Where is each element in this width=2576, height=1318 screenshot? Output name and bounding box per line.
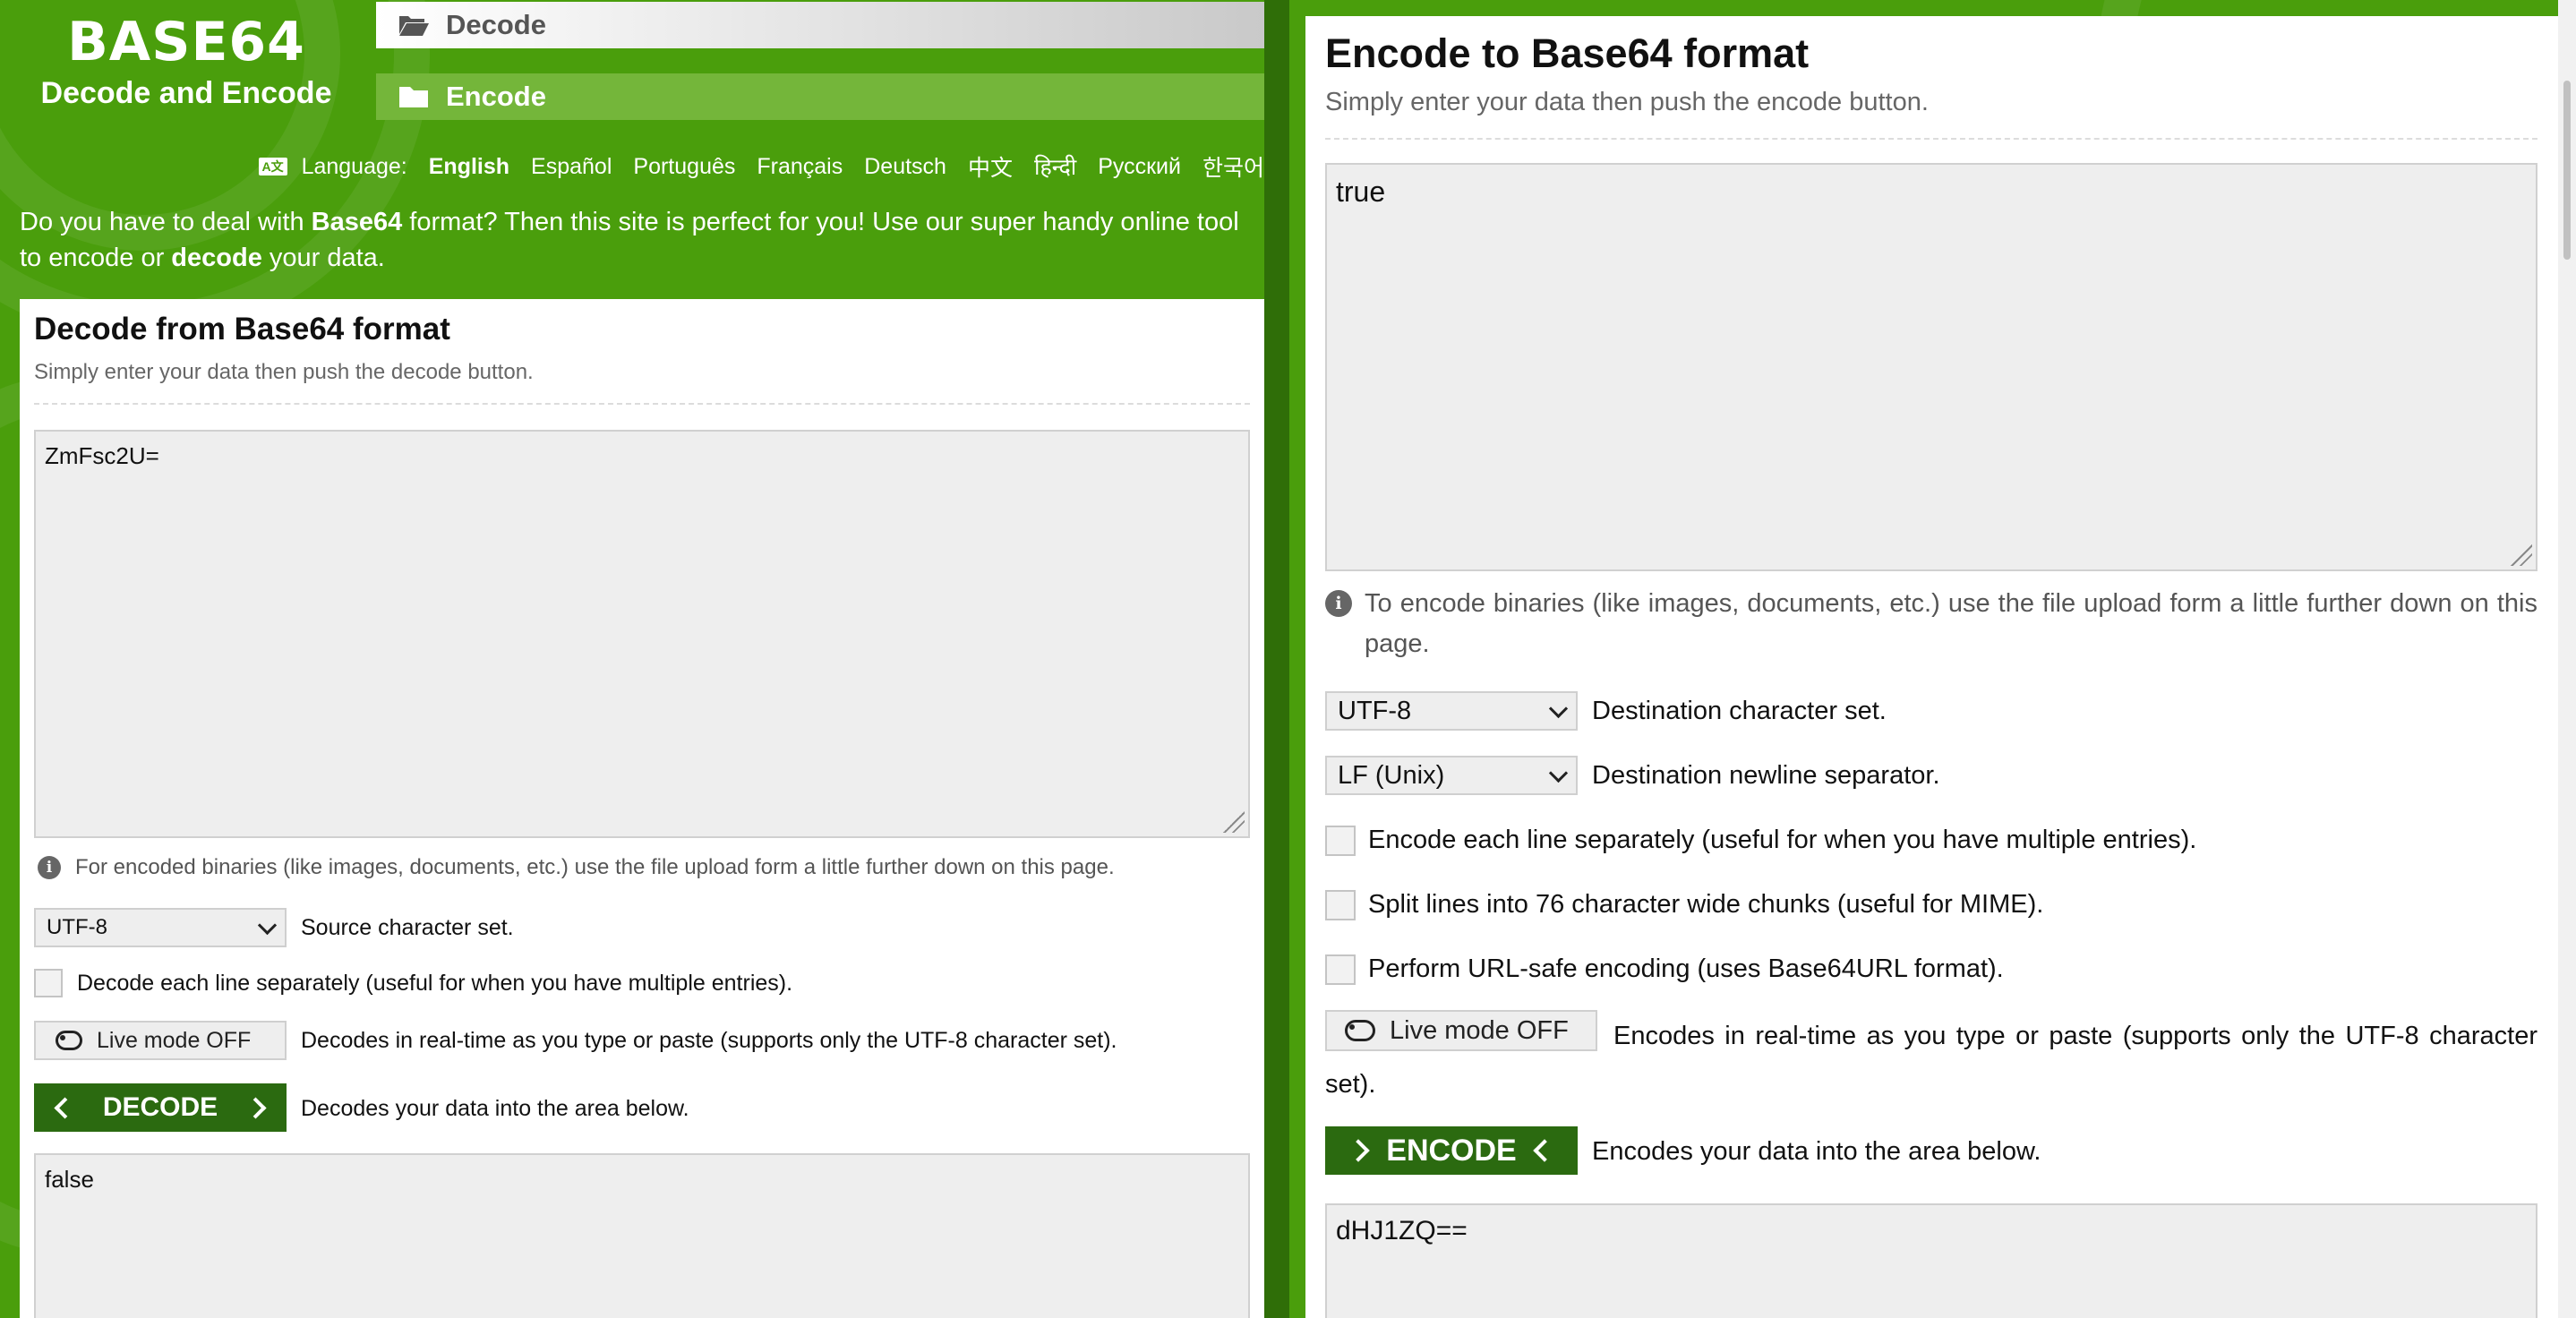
intro-text: Do you have to deal with Base64 format? …: [20, 204, 1264, 276]
language-label: Language:: [301, 153, 407, 179]
newline-separator-select[interactable]: LF (Unix): [1325, 756, 1578, 795]
source-charset-value: UTF-8: [47, 915, 107, 939]
destination-charset-value: UTF-8: [1338, 696, 1412, 725]
chevron-down-icon: [1548, 698, 1569, 718]
destination-charset-select[interactable]: UTF-8: [1325, 691, 1578, 731]
chevron-right-icon: [1347, 1139, 1370, 1162]
scrollbar[interactable]: [2558, 0, 2576, 1318]
decode-info: i For encoded binaries (like images, doc…: [38, 854, 1115, 881]
split-divider[interactable]: [1264, 0, 1289, 1318]
decode-button[interactable]: DECODE: [34, 1083, 287, 1132]
language-link-english[interactable]: English: [429, 154, 509, 180]
intro-part: your data.: [261, 244, 385, 272]
decode-button-label: DECODE: [102, 1092, 218, 1122]
split-lines-label: Split lines into 76 character wide chunk…: [1368, 890, 2044, 919]
encode-output-value: dHJ1ZQ==: [1336, 1216, 1468, 1245]
language-link-hindi[interactable]: हिन्दी: [1034, 151, 1076, 182]
language-link-chinese[interactable]: 中文: [968, 150, 1013, 183]
logo-title: BASE64: [67, 11, 305, 73]
resize-handle[interactable]: [1223, 811, 1245, 833]
decode-panel: Decode from Base64 format Simply enter y…: [20, 299, 1264, 1318]
chevron-right-icon: [244, 1096, 267, 1119]
encode-info: i To encode binaries (like images, docum…: [1325, 584, 2537, 664]
folder-icon: [399, 87, 428, 107]
encode-live-mode-desc: Encodes in real-time as you type or past…: [1325, 1022, 2537, 1099]
site-logo[interactable]: BASE64 Decode and Encode: [20, 7, 353, 111]
decode-button-desc: Decodes your data into the area below.: [301, 1096, 689, 1121]
decode-output-value: false: [45, 1166, 94, 1193]
intro-part: Do you have to deal with: [20, 208, 312, 236]
encode-each-line-label: Encode each line separately (useful for …: [1368, 826, 2197, 854]
source-charset-select[interactable]: UTF-8: [34, 908, 287, 947]
language-bar: A文 Language: English Español Português F…: [237, 150, 1264, 183]
chevron-left-icon: [54, 1096, 76, 1119]
language-link-deutsch[interactable]: Deutsch: [864, 154, 946, 180]
info-icon: i: [38, 856, 61, 879]
decode-subtitle: Simply enter your data then push the dec…: [34, 360, 534, 384]
url-safe-label: Perform URL-safe encoding (uses Base64UR…: [1368, 954, 2004, 983]
url-safe-checkbox[interactable]: [1325, 954, 1356, 985]
intro-bold-base64: Base64: [311, 208, 403, 236]
chevron-down-icon: [257, 915, 278, 935]
encode-pane: Encode to Base64 format Simply enter you…: [1289, 0, 2576, 1318]
encode-input-value: true: [1336, 175, 1386, 208]
decode-each-line-checkbox[interactable]: [34, 969, 63, 997]
decode-pane: BASE64 Decode and Encode Decode Encode A…: [0, 0, 1264, 1318]
language-link-espanol[interactable]: Español: [531, 154, 612, 180]
nav-tab-decode-label: Decode: [446, 9, 546, 40]
decode-live-mode-desc: Decodes in real-time as you type or past…: [301, 1028, 1117, 1053]
encode-panel: Encode to Base64 format Simply enter you…: [1305, 16, 2576, 1318]
encode-subtitle: Simply enter your data then push the enc…: [1325, 88, 1929, 116]
language-link-russian[interactable]: Русский: [1098, 154, 1181, 180]
language-link-korean[interactable]: 한국어: [1202, 150, 1264, 183]
split-lines-checkbox[interactable]: [1325, 890, 1356, 920]
nav-tab-encode-label: Encode: [446, 81, 546, 112]
divider: [1325, 138, 2537, 140]
newline-separator-label: Destination newline separator.: [1592, 761, 1940, 790]
destination-charset-label: Destination character set.: [1592, 697, 1887, 725]
decode-input[interactable]: ZmFsc2U=: [34, 430, 1250, 838]
info-icon: i: [1325, 590, 1352, 617]
divider: [34, 403, 1250, 405]
encode-each-line-checkbox[interactable]: [1325, 826, 1356, 856]
logo-subtitle: Decode and Encode: [40, 76, 332, 110]
nav-tab-decode[interactable]: Decode: [376, 2, 1264, 48]
encode-button-label: ENCODE: [1386, 1133, 1517, 1168]
language-icon: A文: [258, 158, 287, 175]
encode-title: Encode to Base64 format: [1325, 30, 1810, 76]
encode-info-text: To encode binaries (like images, documen…: [1365, 589, 2537, 658]
language-link-portugues[interactable]: Português: [633, 154, 735, 180]
resize-handle[interactable]: [2511, 544, 2532, 566]
newline-separator-value: LF (Unix): [1338, 760, 1445, 790]
decode-info-text: For encoded binaries (like images, docum…: [75, 855, 1115, 879]
nav-tab-encode[interactable]: Encode: [376, 73, 1264, 120]
toggle-off-icon: [56, 1031, 82, 1050]
language-link-francais[interactable]: Français: [757, 154, 843, 180]
chevron-left-icon: [1533, 1139, 1556, 1162]
decode-live-mode-button[interactable]: Live mode OFF: [34, 1021, 287, 1060]
encode-button[interactable]: ENCODE: [1325, 1126, 1578, 1175]
scrollbar-thumb[interactable]: [2563, 81, 2571, 260]
encode-output[interactable]: dHJ1ZQ==: [1325, 1203, 2537, 1318]
decode-title: Decode from Base64 format: [34, 312, 450, 347]
chevron-down-icon: [1548, 763, 1569, 783]
decode-live-mode-label: Live mode OFF: [97, 1027, 252, 1053]
source-charset-label: Source character set.: [301, 915, 514, 940]
decode-each-line-label: Decode each line separately (useful for …: [77, 971, 793, 996]
encode-button-desc: Encodes your data into the area below.: [1592, 1137, 2041, 1166]
decode-output[interactable]: false: [34, 1153, 1250, 1318]
folder-open-icon: [399, 16, 429, 36]
intro-bold-decode: decode: [171, 244, 262, 272]
encode-input[interactable]: true: [1325, 163, 2537, 571]
decode-input-value: ZmFsc2U=: [45, 442, 159, 469]
